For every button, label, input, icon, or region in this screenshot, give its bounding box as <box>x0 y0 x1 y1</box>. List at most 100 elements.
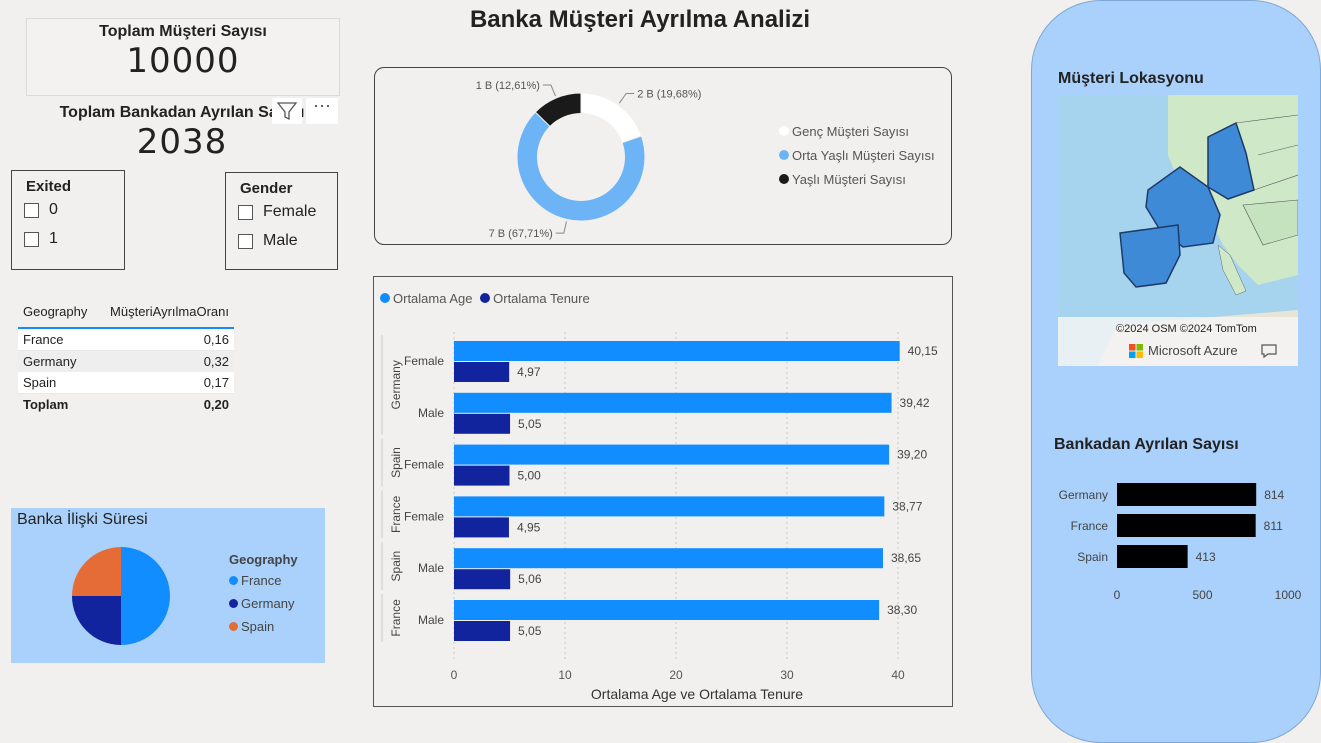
bar <box>1117 545 1188 568</box>
x-axis-title: Ortalama Age ve Ortalama Tenure <box>591 686 803 702</box>
y-gender-label: Female <box>404 354 444 368</box>
cell: Germany <box>23 354 77 369</box>
data-label-tenure: 5,00 <box>518 469 542 483</box>
slicer-exited: Exited 0 1 <box>11 170 125 270</box>
y-country-label: Spain <box>389 551 403 582</box>
legend-label: Orta Yaşlı Müşteri Sayısı <box>792 148 935 163</box>
bar-tenure <box>454 413 511 434</box>
option-label: Male <box>263 232 298 249</box>
legend-label: Genç Müşteri Sayısı <box>792 124 910 139</box>
table-total-row: Toplam 0,20 <box>18 394 234 416</box>
data-label: 811 <box>1264 519 1283 533</box>
donut-data-label: 1 B (12,61%) <box>476 80 540 92</box>
data-label-age: 39,42 <box>900 396 930 410</box>
data-label: 413 <box>1196 550 1216 564</box>
filter-icon[interactable] <box>272 98 302 124</box>
cell: 0,32 <box>203 354 229 369</box>
y-country-label: Spain <box>389 447 403 478</box>
donut-data-label: 2 B (19,68%) <box>637 88 701 100</box>
feedback-icon[interactable] <box>1260 343 1278 364</box>
slicer-gender: Gender Female Male <box>225 172 338 270</box>
donut-leader-line <box>542 84 556 97</box>
kpi-exited-value: 2038 <box>136 122 228 162</box>
y-country-label: France <box>389 599 403 637</box>
bar <box>1117 483 1257 506</box>
map-attribution: ©2024 OSM ©2024 TomTom <box>1116 323 1257 335</box>
checkbox[interactable] <box>238 204 253 220</box>
y-gender-label: Male <box>418 406 444 420</box>
data-label-age: 38,30 <box>887 603 917 617</box>
exit-bar-chart: Germany 814 France 811 Spain 413 0 500 1000 <box>1059 483 1302 602</box>
category-label: Spain <box>1077 550 1108 564</box>
legend-label: Germany <box>241 596 295 611</box>
data-label-tenure: 4,97 <box>517 365 541 379</box>
x-tick-label: 10 <box>558 668 572 682</box>
legend-label: Yaşlı Müşteri Sayısı <box>792 172 906 187</box>
category-label: France <box>1071 519 1109 533</box>
cell: Spain <box>23 375 57 390</box>
y-gender-label: Female <box>404 458 444 472</box>
data-label-tenure: 5,05 <box>518 624 542 638</box>
pie-tenure-chart <box>72 547 170 645</box>
slicer-exited-option-0[interactable]: 0 <box>24 201 124 219</box>
option-label: Female <box>263 203 317 220</box>
data-label-age: 39,20 <box>897 448 927 462</box>
x-tick-label: 30 <box>780 668 794 682</box>
slicer-exited-title: Exited <box>26 178 72 195</box>
checkbox[interactable] <box>238 233 253 249</box>
bar-tenure <box>454 517 509 538</box>
col-header-rate[interactable]: MüşteriAyrılmaOranı <box>97 301 234 328</box>
pie-legend: Geography France Germany Spain <box>229 552 298 634</box>
donut-legend: Genç Müşteri Sayısı Orta Yaşlı Müşteri S… <box>779 124 935 187</box>
y-gender-label: Male <box>418 613 444 627</box>
donut-legend-item[interactable]: Yaşlı Müşteri Sayısı <box>779 172 935 187</box>
pie-legend-item[interactable]: France <box>229 573 298 588</box>
donut-legend-item[interactable]: Genç Müşteri Sayısı <box>779 124 935 139</box>
bar-chart-panel: Ortalama Age Ortalama Tenure 0 10 20 30 40 Or… <box>373 276 953 707</box>
slicer-gender-option-female[interactable]: Female <box>238 203 337 221</box>
table-row: Spain 0,17 <box>18 372 234 394</box>
data-label-age: 40,15 <box>908 344 938 358</box>
cell: 0,20 <box>203 397 229 412</box>
x-tick-label: 1000 <box>1275 588 1302 602</box>
bar-age <box>454 444 890 465</box>
pie-legend-item[interactable]: Germany <box>229 596 298 611</box>
y-country-label: France <box>389 495 403 533</box>
bar <box>1117 514 1256 537</box>
kpi-customers-card: Toplam Müşteri Sayısı 10000 <box>26 18 340 96</box>
map-title: Müşteri Lokasyonu <box>1058 70 1204 87</box>
map[interactable]: ©2024 OSM ©2024 TomTom Microsoft Azure <box>1058 95 1298 366</box>
bar-age <box>454 600 880 620</box>
x-tick-label: 20 <box>669 668 683 682</box>
bar-tenure <box>454 621 511 641</box>
slicer-gender-option-male[interactable]: Male <box>238 232 337 250</box>
donut-legend-item[interactable]: Orta Yaşlı Müşteri Sayısı <box>779 148 935 163</box>
x-tick-label: 0 <box>1114 588 1121 602</box>
checkbox[interactable] <box>24 231 39 247</box>
y-country-label: Germany <box>389 360 403 409</box>
x-tick-label: 40 <box>891 668 905 682</box>
bar-tenure <box>454 569 511 590</box>
exit-bar-title: Bankadan Ayrılan Sayısı <box>1054 436 1239 453</box>
data-label-tenure: 4,95 <box>517 520 541 534</box>
bar-age <box>454 341 900 361</box>
y-gender-label: Male <box>418 561 444 575</box>
legend-label: Spain <box>241 619 275 634</box>
pie-slice <box>121 547 170 645</box>
legend-label: France <box>241 573 282 588</box>
bar-tenure <box>454 465 510 486</box>
checkbox[interactable] <box>24 202 39 218</box>
bar-age <box>454 392 892 413</box>
page-title: Banka Müşteri Ayrılma Analizi <box>469 6 811 33</box>
kpi-customers-value: 10000 <box>126 41 240 81</box>
cell: 0,16 <box>203 332 229 347</box>
donut-leader-line <box>618 92 635 104</box>
pie-legend-item[interactable]: Spain <box>229 619 298 634</box>
bar-age <box>454 548 884 569</box>
col-header-geography[interactable]: Geography <box>18 301 97 328</box>
option-label: 0 <box>49 201 58 218</box>
slicer-exited-option-1[interactable]: 1 <box>24 230 124 248</box>
cell: 0,17 <box>203 375 229 390</box>
option-label: 1 <box>49 230 58 247</box>
more-options-icon[interactable]: ⋯ <box>306 97 338 124</box>
